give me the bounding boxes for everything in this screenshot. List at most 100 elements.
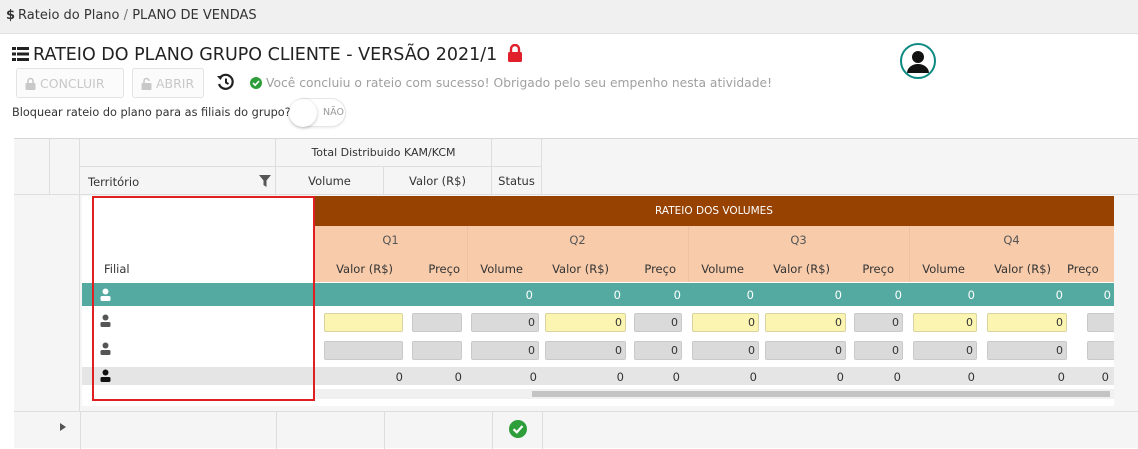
lock-icon <box>25 77 36 90</box>
total-value: 0 <box>395 370 403 384</box>
col-header: Valor (R$) <box>773 262 830 276</box>
q1-preco-input[interactable] <box>412 341 462 360</box>
q1-valor-input[interactable] <box>324 313 403 332</box>
abrir-label: ABRIR <box>156 75 195 91</box>
territory-label: Território <box>88 175 140 189</box>
q4-valor-input[interactable]: 0 <box>987 341 1067 360</box>
total-value: 0 <box>529 370 537 384</box>
breadcrumb: $ Rateio do Plano / PLANO DE VENDAS <box>0 0 1138 34</box>
col-header: Preço <box>428 262 460 276</box>
q2-preco-input[interactable]: 0 <box>634 313 682 332</box>
grid-expand-header <box>50 139 80 195</box>
teal-value: 0 <box>613 288 621 302</box>
teal-value: 0 <box>1103 288 1111 302</box>
total-value: 0 <box>672 370 680 384</box>
toggle-label: NÃO <box>323 107 344 118</box>
dollar-icon: $ <box>6 8 16 23</box>
q1-preco-input[interactable] <box>412 313 462 332</box>
lock-icon <box>507 44 522 62</box>
check-circle-icon <box>250 77 262 89</box>
block-option-label: Bloquear rateio do plano para as filiais… <box>12 106 291 119</box>
unlock-icon <box>141 77 152 90</box>
grid-corner-cell <box>14 139 50 195</box>
list-icon <box>12 47 29 61</box>
total-value: 0 <box>1057 370 1065 384</box>
total-value: 0 <box>1101 370 1109 384</box>
q3-valor-input[interactable]: 0 <box>765 313 846 332</box>
col-line <box>384 411 385 449</box>
detail-gutter <box>50 195 80 411</box>
col-line <box>80 411 81 449</box>
q3-volume-input[interactable]: 0 <box>692 341 759 360</box>
page-title: RATEIO DO PLANO GRUPO CLIENTE - VERSÃO 2… <box>12 44 523 65</box>
breadcrumb-parent[interactable]: Rateio do Plano <box>18 8 119 23</box>
q4-valor-input[interactable]: 0 <box>987 313 1067 332</box>
status-check-icon <box>509 420 527 438</box>
q4-preco-input[interactable]: 0 <box>1087 341 1114 360</box>
success-message-text: Você concluiu o rateio com sucesso! Obri… <box>266 76 773 90</box>
volume-header[interactable]: Volume <box>276 167 384 195</box>
abrir-button[interactable]: ABRIR <box>132 68 204 98</box>
col-line <box>492 411 493 449</box>
q4-preco-input[interactable]: 0 <box>1087 313 1114 332</box>
status-header[interactable]: Status <box>492 167 542 195</box>
teal-value: 0 <box>894 288 902 302</box>
quarter-divider <box>688 226 689 282</box>
q3-preco-input[interactable]: 0 <box>854 341 903 360</box>
col-header: Volume <box>701 262 744 276</box>
q4-volume-input[interactable]: 0 <box>913 341 977 360</box>
scrollbar-thumb[interactable] <box>532 391 1110 397</box>
user-avatar-icon[interactable] <box>900 43 936 79</box>
row-divider <box>14 411 1138 412</box>
q2-volume-input[interactable]: 0 <box>471 341 539 360</box>
page-title-text: RATEIO DO PLANO GRUPO CLIENTE - VERSÃO 2… <box>33 45 498 65</box>
quarter-q1: Q1 <box>314 226 467 254</box>
block-toggle[interactable]: NÃO <box>289 98 346 127</box>
total-value: 0 <box>893 370 901 384</box>
breadcrumb-current: PLANO DE VENDAS <box>132 8 257 23</box>
horizontal-scrollbar[interactable] <box>314 389 1114 399</box>
q3-valor-input[interactable]: 0 <box>765 341 846 360</box>
grid-blank-header <box>80 139 276 167</box>
section-title: RATEIO DOS VOLUMES <box>314 196 1114 226</box>
quarter-q4: Q4 <box>909 226 1114 254</box>
teal-value: 0 <box>834 288 842 302</box>
status-blank-header <box>492 139 542 167</box>
q2-valor-input[interactable]: 0 <box>545 341 626 360</box>
quarter-q2: Q2 <box>467 226 688 254</box>
history-icon[interactable] <box>216 73 234 91</box>
quarter-divider <box>909 226 910 282</box>
col-header: Valor (R$) <box>336 262 393 276</box>
q3-volume-input[interactable]: 0 <box>692 313 759 332</box>
valor-header[interactable]: Valor (R$) <box>384 167 492 195</box>
q2-valor-input[interactable]: 0 <box>545 313 626 332</box>
col-header: Valor (R$) <box>994 262 1051 276</box>
toggle-knob <box>289 99 317 127</box>
q2-volume-input[interactable]: 0 <box>471 313 539 332</box>
total-value: 0 <box>749 370 757 384</box>
col-header: Preço <box>644 262 676 276</box>
expand-arrow-icon[interactable] <box>60 423 66 431</box>
col-header: Valor (R$) <box>552 262 609 276</box>
q4-volume-input[interactable]: 0 <box>913 313 977 332</box>
quarter-q3: Q3 <box>688 226 909 254</box>
total-value: 0 <box>454 370 462 384</box>
q1-valor-input[interactable] <box>324 341 403 360</box>
teal-value: 0 <box>673 288 681 302</box>
col-header: Preço <box>1067 262 1099 276</box>
group-header: Total Distribuido KAM/KCM <box>276 139 492 167</box>
filter-icon[interactable] <box>259 175 271 187</box>
breadcrumb-separator: / <box>123 8 129 23</box>
col-line <box>276 411 277 449</box>
territory-header[interactable]: Território <box>80 167 276 195</box>
total-value: 0 <box>836 370 844 384</box>
col-header: Volume <box>480 262 523 276</box>
quarter-divider <box>467 226 468 282</box>
success-message: Você concluiu o rateio com sucesso! Obri… <box>250 76 772 90</box>
col-header: Preço <box>862 262 894 276</box>
q2-preco-input[interactable]: 0 <box>634 341 682 360</box>
col-header: Volume <box>922 262 965 276</box>
q3-preco-input[interactable]: 0 <box>854 313 903 332</box>
col-line <box>542 411 543 449</box>
concluir-button[interactable]: CONCLUIR <box>16 68 124 98</box>
